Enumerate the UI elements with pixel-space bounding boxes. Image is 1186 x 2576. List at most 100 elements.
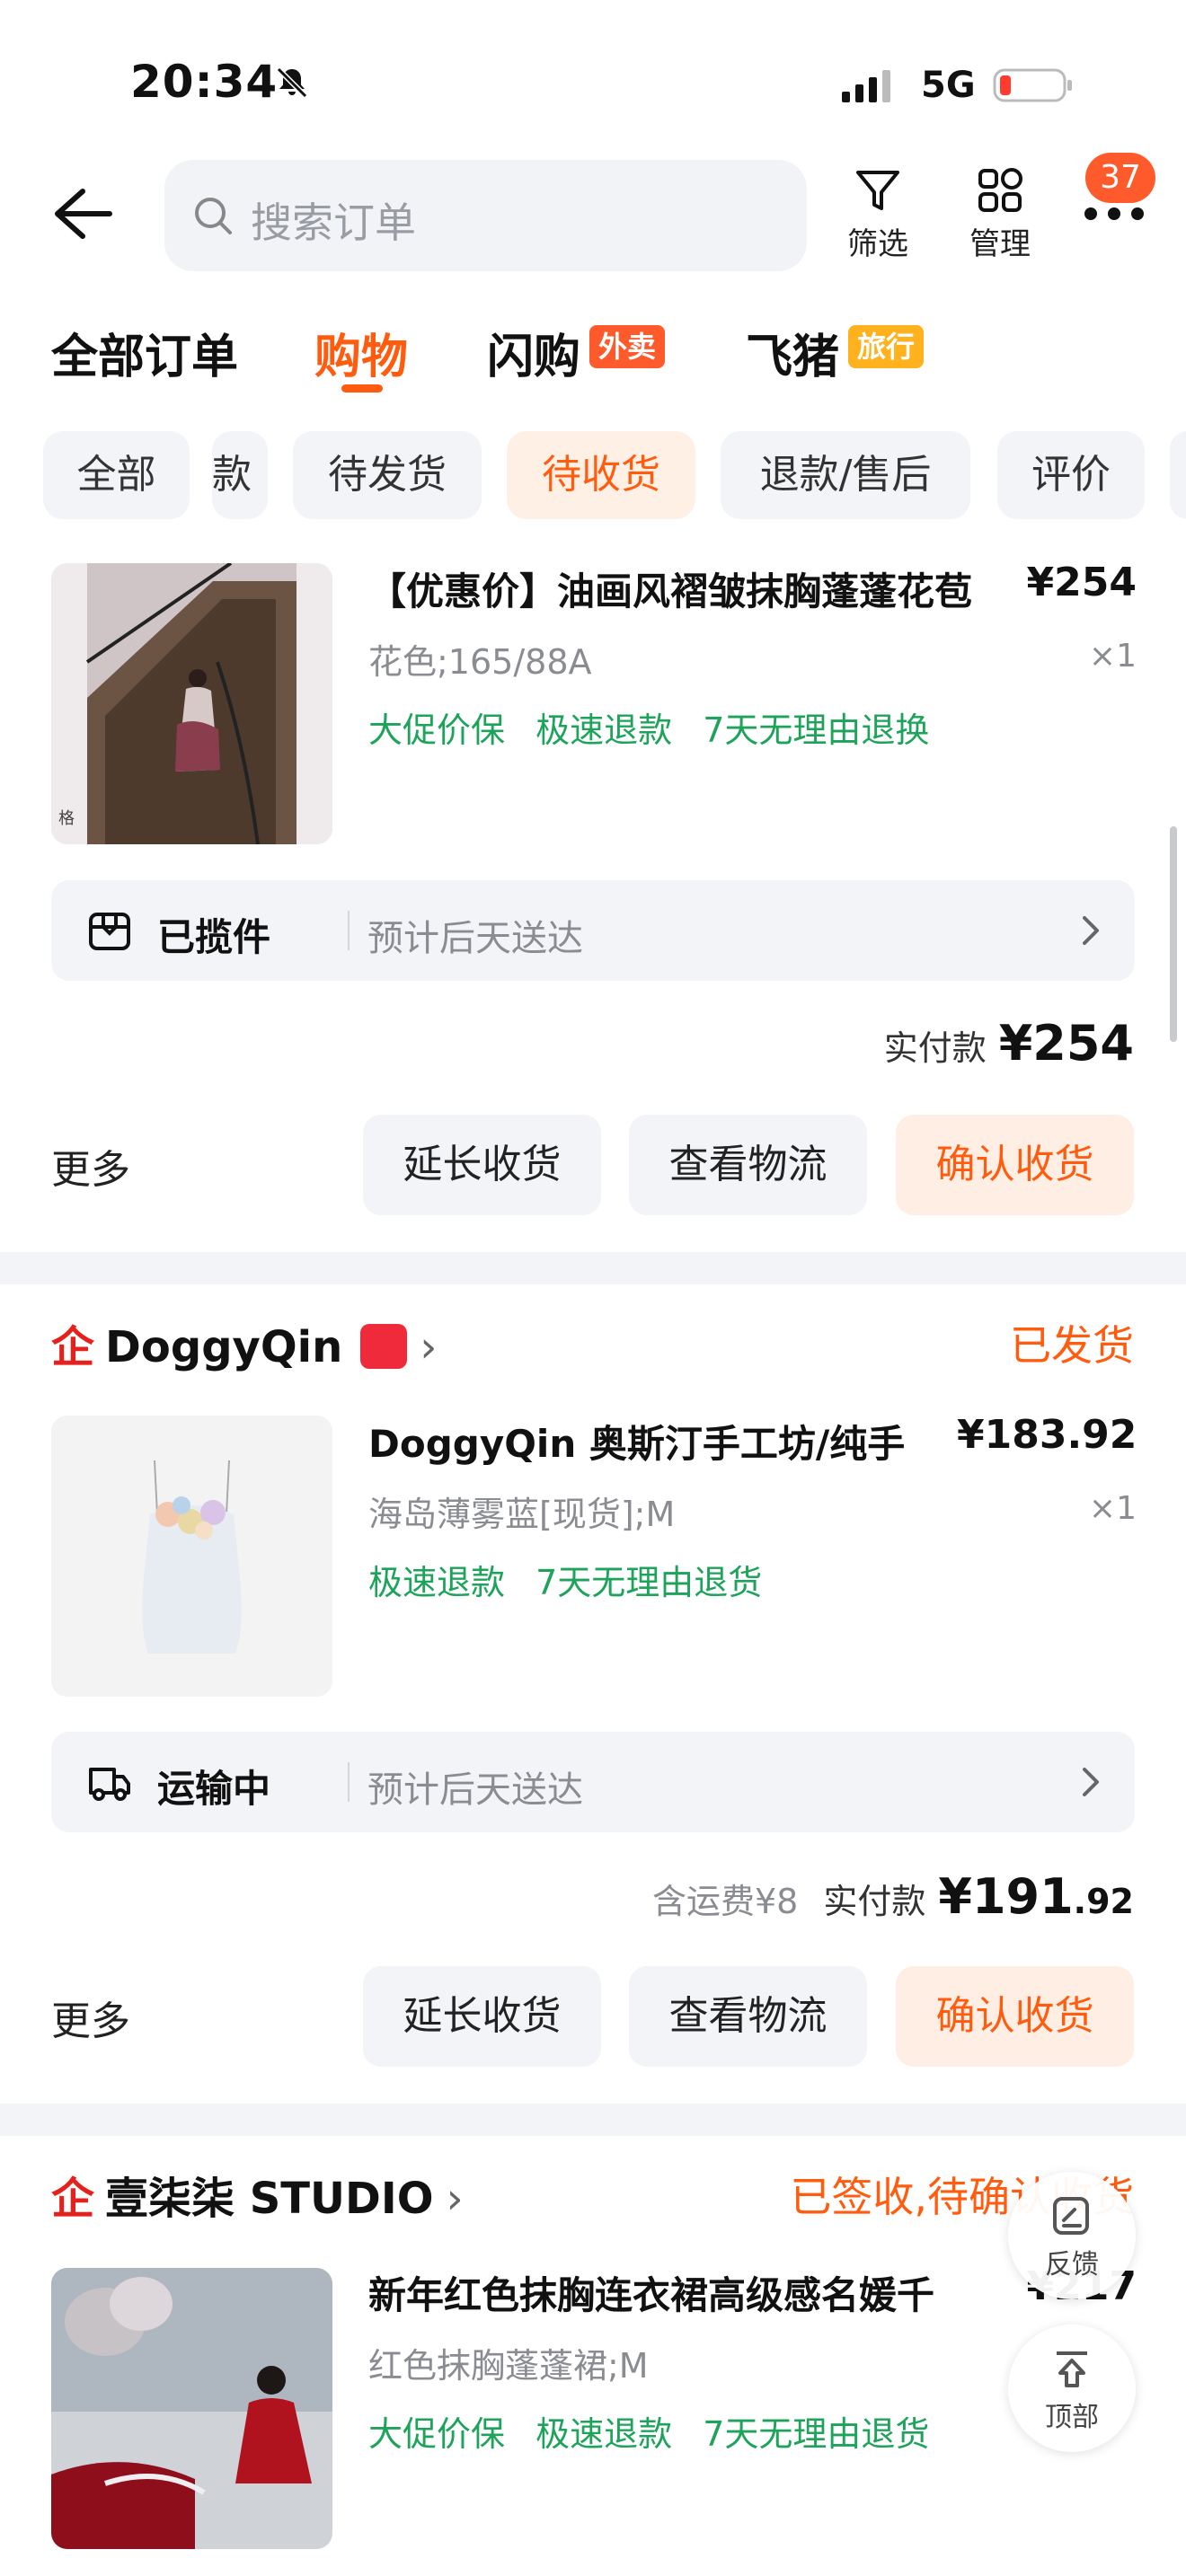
more-options-link[interactable]: 更多 (51, 1137, 130, 1195)
paid-amount-row: 实付款 ¥254 (884, 1015, 1134, 1072)
top-label: 顶部 (1045, 2402, 1099, 2433)
logistics-bar[interactable]: 运输中 预计后天送达 (51, 1732, 1135, 1832)
service-tag: 极速退款 (368, 1563, 506, 1602)
service-tag: 极速退款 (535, 710, 673, 750)
shipping-fee: 含运费¥8 (652, 1882, 799, 1921)
card-separator (0, 2104, 1186, 2136)
tab-fliggy[interactable]: 飞猪 (746, 319, 839, 386)
tab-all-orders[interactable]: 全部订单 (51, 319, 238, 386)
paid-cents: .92 (1073, 1882, 1134, 1921)
grid-manage-icon (978, 168, 1022, 212)
paid-label: 实付款 (883, 1028, 987, 1068)
extend-receipt-button[interactable]: 延长收货 (363, 1966, 601, 2067)
product-photo-red-dress (51, 2268, 332, 2549)
confirm-receipt-button[interactable]: 确认收货 (896, 1966, 1134, 2067)
more-options-link[interactable]: 更多 (51, 1989, 130, 2046)
chevron-right-icon: › (420, 1322, 438, 1372)
service-tag: 极速退款 (535, 2414, 673, 2454)
manage-label: 管理 (969, 226, 1031, 262)
battery-icon (993, 68, 1072, 102)
filter-button[interactable]: 筛选 (828, 160, 927, 277)
search-placeholder: 搜索订单 (251, 198, 416, 247)
logistics-status: 运输中 (157, 1767, 271, 1811)
package-box-icon (89, 913, 130, 950)
feedback-label: 反馈 (1045, 2249, 1099, 2280)
enterprise-shop-icon: 企 (51, 2174, 95, 2224)
tab-shopping[interactable]: 购物 (314, 319, 408, 386)
search-icon (195, 198, 232, 234)
scrollbar[interactable] (1170, 826, 1177, 1042)
paid-amount: ¥191 (938, 1868, 1074, 1925)
product-title[interactable]: DoggyQin 奥斯汀手工坊/纯手 (368, 1414, 957, 1469)
product-image[interactable] (51, 1416, 332, 1697)
product-quantity: ×1 (1088, 638, 1137, 675)
delivery-estimate: 预计后天送达 (367, 1769, 583, 1811)
order-status: 已发货 (1010, 1321, 1134, 1370)
tab-flash-buy[interactable]: 闪购 (487, 319, 580, 386)
shop-name[interactable]: 企 DoggyQin › (51, 1311, 437, 1374)
divider (348, 1762, 350, 1802)
product-image[interactable] (51, 2268, 332, 2549)
network-type: 5G (921, 65, 976, 106)
active-tab-indicator (341, 384, 383, 393)
svg-text:格: 格 (58, 809, 75, 828)
service-tag: 7天无理由退换 (703, 710, 930, 750)
back-to-top-button[interactable]: 顶部 (1008, 2325, 1136, 2452)
search-input[interactable]: 搜索订单 (164, 160, 807, 271)
feedback-button[interactable]: 反馈 (1008, 2172, 1136, 2299)
filter-label: 筛选 (847, 226, 908, 262)
chip-review[interactable]: 评价 (997, 431, 1145, 519)
chevron-right-icon (1083, 1768, 1099, 1796)
service-tag: 大促价保 (368, 710, 506, 750)
delivery-truck-icon (89, 1768, 130, 1801)
bell-muted-icon (276, 66, 308, 99)
delivery-estimate: 预计后天送达 (367, 918, 583, 959)
chip-all[interactable]: 全部 (43, 431, 190, 519)
product-photo-white-dress (51, 1416, 332, 1697)
divider (348, 911, 350, 950)
service-tags: 大促价保 极速退款 7天无理由退货 (368, 2406, 949, 2456)
service-tag: 7天无理由退货 (703, 2414, 930, 2454)
product-price: ¥183.92 (957, 1412, 1137, 1458)
view-logistics-button[interactable]: 查看物流 (629, 1115, 867, 1215)
product-photo-dress-stairs: 格 (51, 563, 332, 844)
product-spec: 红色抹胸蓬蓬裙;M (368, 2346, 649, 2386)
clock: 20:34 (130, 56, 279, 108)
shop-name-text: 壹柒柒 STUDIO (105, 2174, 434, 2224)
chip-refund-aftersale[interactable]: 退款/售后 (721, 431, 970, 519)
chip-pending-payment[interactable]: 款 (212, 431, 268, 519)
confirm-receipt-button[interactable]: 确认收货 (896, 1115, 1134, 1215)
product-title[interactable]: 【优惠价】油画风褶皱抹胸蓬蓬花苞 (368, 561, 997, 616)
card-separator (0, 1252, 1186, 1284)
chip-to-ship[interactable]: 待发货 (293, 431, 482, 519)
arrow-up-icon (1057, 2351, 1087, 2387)
product-price: ¥254 (1026, 560, 1137, 605)
logistics-status: 已揽件 (157, 915, 271, 959)
filter-funnel-icon (856, 171, 899, 210)
product-quantity: ×1 (1088, 1490, 1137, 1527)
chevron-right-icon (1083, 916, 1099, 945)
chip-overflow[interactable] (1170, 431, 1186, 519)
view-logistics-button[interactable]: 查看物流 (629, 1966, 867, 2067)
signal-icon (842, 70, 890, 102)
chip-to-receive[interactable]: 待收货 (507, 431, 695, 519)
product-spec: 海岛薄雾蓝[现货];M (368, 1495, 676, 1534)
product-spec: 花色;165/88A (368, 642, 592, 682)
product-title[interactable]: 新年红色抹胸连衣裙高级感名媛千 (368, 2265, 988, 2320)
feedback-edit-icon (1053, 2197, 1089, 2235)
service-tags: 大促价保 极速退款 7天无理由退换 (368, 702, 949, 752)
takeout-tag: 外卖 (589, 325, 666, 368)
message-count-badge: 37 (1085, 153, 1155, 203)
chevron-right-icon: › (446, 2174, 464, 2224)
paid-label: 实付款 (823, 1882, 926, 1921)
shop-name-text: DoggyQin (105, 1322, 343, 1372)
service-tag: 大促价保 (368, 2414, 506, 2454)
paid-amount: ¥254 (998, 1015, 1134, 1072)
logistics-bar[interactable]: 已揽件 预计后天送达 (51, 880, 1135, 981)
back-arrow-icon[interactable] (47, 184, 119, 243)
extend-receipt-button[interactable]: 延长收货 (363, 1115, 601, 1215)
product-image[interactable]: 格 (51, 563, 332, 844)
manage-button[interactable]: 管理 (951, 160, 1049, 277)
shop-name[interactable]: 企壹柒柒 STUDIO › (51, 2163, 464, 2226)
service-tags: 极速退款 7天无理由退货 (368, 1555, 782, 1604)
